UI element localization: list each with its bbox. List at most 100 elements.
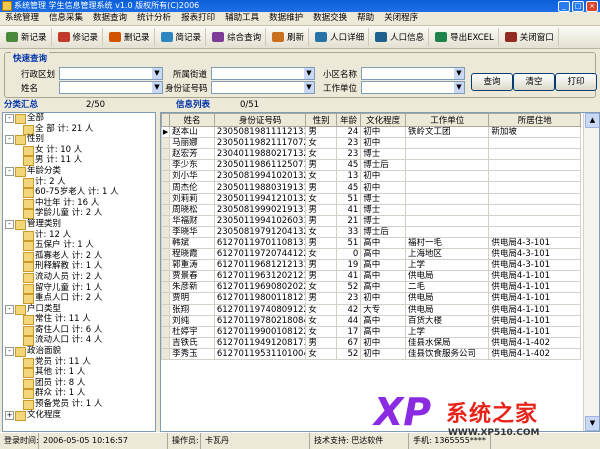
table-cell[interactable]: 博士 [360,148,407,161]
table-cell[interactable]: 百货大楼 [405,314,490,327]
table-cell[interactable]: 45 [335,159,362,172]
tree-leaf-node[interactable]: 寄住人口 计: 6 人 [3,325,155,336]
table-cell[interactable]: 华福财 [169,214,215,227]
tree-group-node[interactable]: - 户口类型 [3,304,155,315]
table-cell[interactable]: 女 [305,192,337,205]
table-cell[interactable]: 周晓松 [169,203,215,216]
table-cell[interactable]: 男 [305,181,337,194]
tree-leaf-node[interactable]: 60-75岁老人 计: 1 人 [3,187,155,199]
table-cell[interactable]: 女 [305,347,337,360]
table-cell[interactable] [405,148,490,161]
tree-leaf-node[interactable]: 预备党员 计: 1 人 [3,399,155,411]
table-cell[interactable]: 供电局4-1-101 [488,270,581,283]
table-row[interactable]: 刘纯 612701197802180844 女 44 高中 百货大楼 供电局4-1-101 [161,314,581,327]
table-cell[interactable]: 初中 [360,292,407,305]
table-cell[interactable]: 高中 [360,259,407,272]
table-cell[interactable]: 初中 [360,125,407,139]
tree-leaf-node[interactable]: 团员 计: 8 人 [3,378,155,389]
table-cell[interactable]: 贾景春 [169,270,215,283]
expand-icon[interactable]: + [5,410,14,420]
table-row[interactable]: 李秀玉 612701195311010045 女 52 初中 佳县饮食服务公司 供电局4-1… [161,347,581,360]
close-button[interactable]: × [586,1,598,12]
query-button[interactable]: 查询 [471,73,513,91]
table-cell[interactable]: 230508198111121311 [213,125,307,139]
table-cell[interactable] [488,225,581,238]
table-cell[interactable]: 女 [305,137,337,150]
table-cell[interactable]: 612701197408091224 [213,303,307,316]
toolbar-button-2[interactable]: 删记录 [105,28,155,46]
tree-group-node[interactable]: + 文化程度 [3,410,155,421]
table-cell[interactable]: 周杰伦 [169,181,215,194]
table-cell[interactable]: 朱彦新 [169,281,215,294]
menu-item-5[interactable]: 辅助工具 [220,12,264,25]
table-cell[interactable]: 女 [305,325,337,338]
community-select[interactable]: ▼ [361,67,465,80]
table-cell[interactable] [488,170,581,183]
table-cell[interactable]: 51 [335,236,362,250]
tree-leaf-node[interactable]: 重点人口 计: 2 人 [3,293,155,305]
tree-leaf-node[interactable]: 男 计: 11 人 [3,155,155,167]
toolbar-button-4[interactable]: 综合查询 [208,28,267,46]
tree-leaf-node[interactable]: 女 计: 10 人 [3,145,155,156]
tree-leaf-node[interactable]: 学龄儿童 计: 2 人 [3,208,155,220]
print-button[interactable]: 打印 [555,73,597,91]
table-cell[interactable]: 男 [305,336,337,349]
table-cell[interactable]: 李秀玉 [169,347,215,360]
table-row[interactable]: 贾景春 612701196312021214 男 41 高中 供电局 供电局4-1-101 [161,270,581,283]
column-header[interactable]: 身份证号码 [213,113,307,127]
table-cell[interactable]: 男 [305,125,337,139]
table-cell[interactable]: 17 [335,325,362,338]
tree-group-node[interactable]: - 性别 [3,134,155,146]
collapse-icon[interactable]: - [5,304,14,314]
table-cell[interactable]: 供电局4-1-101 [488,281,581,294]
table-cell[interactable]: 612701196908020222 [213,281,307,294]
table-cell[interactable] [405,225,490,238]
table-cell[interactable]: 女 [305,225,337,238]
table-cell[interactable]: 供电局4-1-101 [488,325,581,338]
table-cell[interactable] [405,192,490,205]
tree-leaf-node[interactable]: 计: 2 人 [3,177,155,188]
table-cell[interactable]: 612701197207441226 [213,248,307,261]
table-cell[interactable]: 李晓华 [169,225,215,238]
table-cell[interactable]: 女 [305,314,337,327]
toolbar-button-0[interactable]: 新记录 [2,28,52,46]
table-cell[interactable]: 供电局4-3-101 [488,248,581,261]
table-cell[interactable]: 女 [305,170,337,183]
column-header[interactable]: 所居住地 [488,113,581,127]
table-cell[interactable]: 供电局4-1-402 [488,347,581,360]
table-cell[interactable]: 吉铁氏 [169,336,215,349]
table-cell[interactable]: 230501199412101322 [213,192,307,205]
table-cell[interactable]: 230401198802171322 [213,148,307,161]
table-cell[interactable]: 612701198001181219 [213,292,307,305]
table-cell[interactable]: 230501198611250711 [213,159,307,172]
table-cell[interactable]: 52 [335,347,362,360]
table-cell[interactable] [405,159,490,172]
table-cell[interactable]: 612701196812121311 [213,259,307,272]
table-cell[interactable]: 高中 [360,248,407,261]
table-cell[interactable]: 初中 [360,181,407,194]
table-cell[interactable]: 高中 [360,270,407,283]
table-row[interactable]: 朱彦新 612701196908020222 女 52 高中 二毛 供电局4-1-101 [161,281,581,294]
table-row[interactable]: 赵宏芳 230401198802171322 女 23 博士 [161,148,581,161]
name-select[interactable]: ▼ [59,81,163,94]
table-cell[interactable]: 马丽娜 [169,137,215,150]
collapse-icon[interactable]: - [5,219,14,229]
table-cell[interactable]: 佳县饮食服务公司 [405,347,490,360]
table-cell[interactable]: 供电局 [405,303,490,316]
table-cell[interactable]: 51 [335,192,362,205]
tree-group-node[interactable]: - 全部 [3,113,155,124]
district-select[interactable]: ▼ [59,67,163,80]
table-cell[interactable] [405,170,490,183]
table-row[interactable]: 韩斌 612701197011081310 男 51 高中 福村一毛 供电局4-3-101 [161,236,581,250]
table-cell[interactable]: 男 [305,259,337,272]
table-cell[interactable]: 刘小华 [169,170,215,183]
table-cell[interactable]: 0 [335,248,362,261]
tree-leaf-node[interactable]: 刑释解教 计: 1 人 [3,261,155,273]
table-cell[interactable]: 郭重涛 [169,259,215,272]
table-cell[interactable]: 23 [335,137,362,150]
table-cell[interactable] [405,137,490,150]
table-cell[interactable]: 24 [335,125,362,139]
table-cell[interactable]: 230508199902191311 [213,203,307,216]
table-cell[interactable]: 230501199410260311 [213,214,307,227]
table-cell[interactable]: 佳县水保局 [405,336,490,349]
